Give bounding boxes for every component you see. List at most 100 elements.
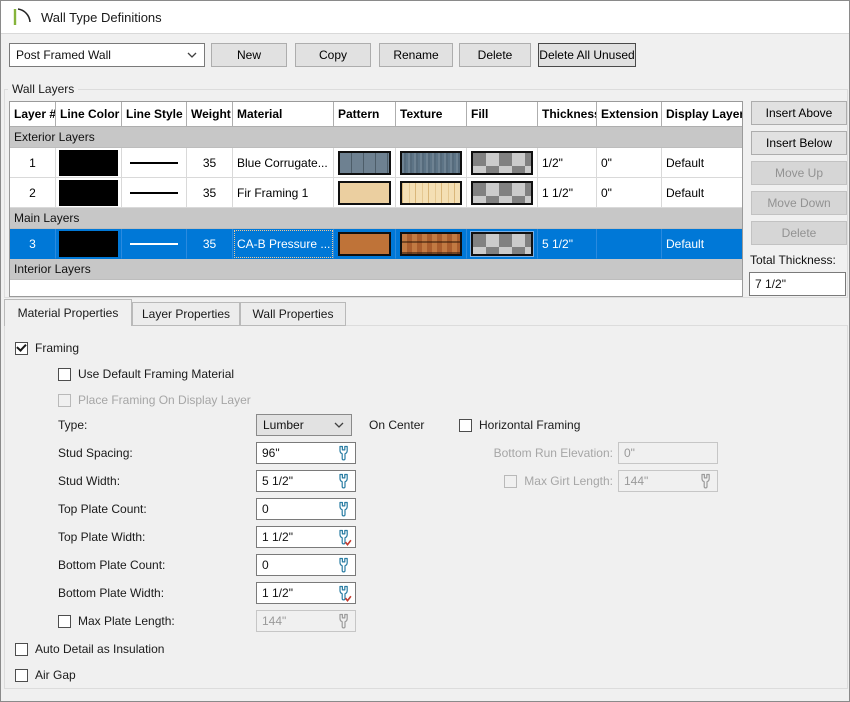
stud-width-input[interactable]: 5 1/2" <box>256 470 356 492</box>
horizontal-framing-label: Horizontal Framing <box>479 418 580 432</box>
cell-thickness[interactable]: 5 1/2" <box>538 229 597 259</box>
cell-weight[interactable]: 35 <box>187 229 233 259</box>
cell-extension[interactable] <box>597 229 662 259</box>
max-girt-length-input: 144" <box>618 470 718 492</box>
horizontal-framing-row[interactable]: Horizontal Framing <box>459 415 580 435</box>
tab-layer-properties[interactable]: Layer Properties <box>132 302 240 326</box>
wall-layers-table[interactable]: Layer # Line Color Line Style Weight Mat… <box>9 101 743 297</box>
cell-pattern[interactable] <box>334 178 396 208</box>
air-gap-row[interactable]: Air Gap <box>15 665 76 685</box>
cell-line-style[interactable] <box>122 229 187 259</box>
default-wrench-icon <box>336 613 352 630</box>
air-gap-checkbox[interactable] <box>15 669 28 682</box>
cell-material[interactable]: Fir Framing 1 <box>233 178 334 208</box>
cell-line-color[interactable] <box>56 148 122 178</box>
bottom-plate-count-input[interactable]: 0 <box>256 554 356 576</box>
insert-above-button[interactable]: Insert Above <box>751 101 847 125</box>
cell-fill[interactable] <box>467 229 538 259</box>
bottom-plate-width-input[interactable]: 1 1/2" <box>256 582 356 604</box>
new-button[interactable]: New <box>211 43 287 67</box>
cell-layer-num[interactable]: 2 <box>10 178 56 208</box>
total-thickness-label: Total Thickness: <box>750 253 836 267</box>
delete-all-unused-button[interactable]: Delete All Unused <box>538 43 636 67</box>
texture-swatch[interactable] <box>400 151 462 175</box>
section-header-exterior-layers: Exterior Layers <box>10 127 742 148</box>
default-wrench-icon[interactable] <box>336 473 352 490</box>
cell-line-color[interactable] <box>56 178 122 208</box>
framing-type-select-value: Lumber <box>263 418 304 432</box>
empty-table-row[interactable] <box>10 280 742 296</box>
use-default-framing-material-checkbox[interactable] <box>58 368 71 381</box>
fill-swatch[interactable] <box>471 181 533 205</box>
stud-spacing-input[interactable]: 96" <box>256 442 356 464</box>
max-plate-length-checkbox[interactable] <box>58 615 71 628</box>
framing-type-select[interactable]: Lumber <box>256 414 352 436</box>
modified-wrench-icon[interactable] <box>336 529 352 546</box>
line-color-swatch[interactable] <box>59 180 118 206</box>
total-thickness-input[interactable]: 7 1/2" <box>749 272 846 296</box>
default-wrench-icon[interactable] <box>336 501 352 518</box>
column-header-thickness: Thickness <box>538 102 597 127</box>
pattern-swatch[interactable] <box>338 181 391 205</box>
pattern-swatch[interactable] <box>338 151 391 175</box>
framing-checkbox[interactable] <box>15 342 28 355</box>
cell-weight[interactable]: 35 <box>187 148 233 178</box>
table-row-layer-2[interactable]: 2 35 Fir Framing 1 1 1/2" 0" Default <box>10 178 742 208</box>
framing-checkbox-row[interactable]: Framing <box>15 338 79 358</box>
tab-material-properties[interactable]: Material Properties <box>4 299 132 326</box>
cell-line-color[interactable] <box>56 229 122 259</box>
table-row-layer-1[interactable]: 1 35 Blue Corrugate... 1/2" 0" Default <box>10 148 742 178</box>
texture-swatch[interactable] <box>400 181 462 205</box>
stud-width-label: Stud Width: <box>58 470 120 492</box>
fill-swatch[interactable] <box>471 151 533 175</box>
cell-extension[interactable]: 0" <box>597 148 662 178</box>
auto-detail-as-insulation-checkbox[interactable] <box>15 643 28 656</box>
stud-spacing-label: Stud Spacing: <box>58 442 133 464</box>
cell-layer-num[interactable]: 3 <box>10 229 56 259</box>
cell-display-layer[interactable]: Default <box>662 178 742 208</box>
modified-wrench-icon[interactable] <box>336 585 352 602</box>
delete-button[interactable]: Delete <box>459 43 531 67</box>
use-default-framing-material-row[interactable]: Use Default Framing Material <box>58 364 234 384</box>
bottom-plate-count-label: Bottom Plate Count: <box>58 554 165 576</box>
move-down-button: Move Down <box>751 191 847 215</box>
auto-detail-as-insulation-row[interactable]: Auto Detail as Insulation <box>15 639 164 659</box>
cell-layer-num[interactable]: 1 <box>10 148 56 178</box>
line-color-swatch[interactable] <box>59 231 118 257</box>
cell-thickness[interactable]: 1 1/2" <box>538 178 597 208</box>
cell-material[interactable]: Blue Corrugate... <box>233 148 334 178</box>
default-wrench-icon[interactable] <box>336 557 352 574</box>
default-wrench-icon[interactable] <box>336 445 352 462</box>
cell-texture[interactable] <box>396 148 467 178</box>
cell-pattern[interactable] <box>334 148 396 178</box>
pattern-swatch[interactable] <box>338 232 391 256</box>
column-header-pattern: Pattern <box>334 102 396 127</box>
insert-below-button[interactable]: Insert Below <box>751 131 847 155</box>
top-plate-count-input[interactable]: 0 <box>256 498 356 520</box>
cell-line-style[interactable] <box>122 178 187 208</box>
cell-texture[interactable] <box>396 229 467 259</box>
cell-display-layer[interactable]: Default <box>662 229 742 259</box>
cell-pattern[interactable] <box>334 229 396 259</box>
cell-material[interactable]: CA-B Pressure ... <box>233 229 334 259</box>
copy-button[interactable]: Copy <box>295 43 371 67</box>
fill-swatch[interactable] <box>471 232 533 256</box>
cell-texture[interactable] <box>396 178 467 208</box>
table-row-layer-3-selected[interactable]: 3 35 CA-B Pressure ... 5 1/2" Default <box>10 229 742 259</box>
line-color-swatch[interactable] <box>59 150 118 176</box>
texture-swatch[interactable] <box>400 232 462 256</box>
horizontal-framing-checkbox[interactable] <box>459 419 472 432</box>
cell-extension[interactable]: 0" <box>597 178 662 208</box>
cell-fill[interactable] <box>467 178 538 208</box>
cell-weight[interactable]: 35 <box>187 178 233 208</box>
rename-button[interactable]: Rename <box>379 43 453 67</box>
cell-line-style[interactable] <box>122 148 187 178</box>
tab-wall-properties[interactable]: Wall Properties <box>240 302 346 326</box>
max-girt-length-label: Max Girt Length: <box>524 474 613 488</box>
max-plate-length-row[interactable]: Max Plate Length: <box>58 611 175 631</box>
wall-type-select[interactable]: Post Framed Wall <box>9 43 205 67</box>
cell-thickness[interactable]: 1/2" <box>538 148 597 178</box>
top-plate-width-input[interactable]: 1 1/2" <box>256 526 356 548</box>
cell-fill[interactable] <box>467 148 538 178</box>
cell-display-layer[interactable]: Default <box>662 148 742 178</box>
